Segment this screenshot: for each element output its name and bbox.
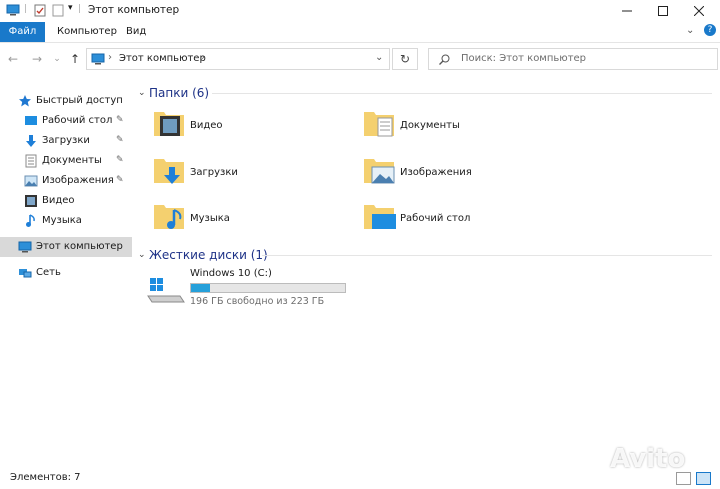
help-icon[interactable]: ? [704, 24, 716, 36]
section-divider [212, 93, 712, 94]
ribbon: Файл Компьютер Вид ⌄ ? [0, 22, 720, 43]
network-icon [19, 269, 32, 278]
close-button[interactable] [676, 0, 720, 22]
music-icon [26, 214, 35, 227]
sidebar-item-documents[interactable]: Документы ✎ [0, 151, 132, 171]
folder-pictures[interactable]: Изображения [362, 153, 562, 197]
search-input[interactable]: Поиск: Этот компьютер [428, 48, 718, 70]
avito-watermark-logo: Avito [610, 444, 686, 474]
star-icon [19, 95, 31, 107]
video-folder-icon [154, 112, 184, 136]
folders-section-title[interactable]: Папки (6) [149, 86, 209, 100]
video-icon [25, 195, 37, 207]
refresh-icon: ↻ [399, 52, 411, 66]
pictures-icon [24, 175, 38, 187]
drive-usage-fill [191, 284, 210, 292]
folder-documents[interactable]: Документы [362, 106, 562, 150]
breadcrumb-separator[interactable]: › [108, 52, 112, 63]
window-title: Этот компьютер [88, 4, 180, 16]
documents-folder-icon [364, 112, 394, 137]
drive-usage-bar [190, 283, 346, 293]
sidebar-item-quick-access[interactable]: Быстрый доступ [0, 91, 132, 111]
computer-icon [91, 53, 105, 65]
pin-icon: ✎ [116, 115, 124, 125]
computer-icon [18, 241, 32, 253]
download-icon [26, 135, 36, 147]
computer-icon [6, 4, 20, 19]
pin-icon: ✎ [116, 175, 124, 185]
refresh-button[interactable]: ↻ [392, 48, 418, 70]
sidebar-item-music[interactable]: Музыка [0, 211, 132, 231]
new-folder-icon[interactable] [52, 4, 64, 20]
expand-ribbon-icon[interactable]: ⌄ [686, 25, 694, 36]
maximize-icon [658, 6, 668, 16]
documents-icon [25, 154, 37, 168]
breadcrumb[interactable]: Этот компьютер [119, 53, 206, 64]
folder-music[interactable]: Музыка [152, 199, 352, 243]
tab-computer[interactable]: Компьютер [57, 22, 117, 42]
forward-button[interactable]: → [30, 52, 44, 66]
section-divider [262, 255, 712, 256]
minimize-icon [622, 10, 632, 12]
sidebar-item-this-pc[interactable]: Этот компьютер [0, 237, 132, 257]
address-dropdown-icon[interactable]: ⌄ [375, 52, 383, 63]
close-icon [694, 6, 704, 16]
hard-drive-icon [147, 278, 185, 303]
recent-locations-dropdown[interactable]: ⌄ [50, 52, 64, 66]
desktop-icon [25, 116, 37, 125]
up-button[interactable]: ↑ [68, 52, 82, 66]
pin-icon: ✎ [116, 135, 124, 145]
folder-downloads[interactable]: Загрузки [152, 153, 352, 197]
desktop-folder-icon [364, 205, 396, 229]
tab-file[interactable]: Файл [0, 22, 45, 42]
status-item-count: Элементов: 7 [10, 472, 81, 483]
folder-videos[interactable]: Видео [152, 106, 352, 150]
music-folder-icon [154, 205, 184, 229]
sidebar-item-downloads[interactable]: Загрузки ✎ [0, 131, 132, 151]
sidebar-item-desktop[interactable]: Рабочий стол ✎ [0, 111, 132, 131]
large-icons-view-button[interactable] [696, 472, 711, 485]
sidebar-item-pictures[interactable]: Изображения ✎ [0, 171, 132, 191]
breadcrumb-separator[interactable]: › [201, 52, 205, 63]
drive-free-space: 196 ГБ свободно из 223 ГБ [190, 296, 325, 307]
downloads-folder-icon [154, 159, 184, 184]
folder-desktop[interactable]: Рабочий стол [362, 199, 562, 243]
address-bar[interactable]: › Этот компьютер › ⌄ [86, 48, 390, 70]
pin-icon: ✎ [116, 155, 124, 165]
collapse-folders-icon[interactable]: ⌄ [138, 88, 146, 98]
drive-c[interactable]: Windows 10 (C:) 196 ГБ свободно из 223 Г… [146, 268, 366, 314]
collapse-drives-icon[interactable]: ⌄ [138, 250, 146, 260]
pictures-folder-icon [364, 159, 395, 184]
navigation-bar: ← → ⌄ ↑ › Этот компьютер › ⌄ ↻ Поиск: Эт… [0, 44, 720, 74]
quick-access-dropdown-icon[interactable]: ▾ [68, 3, 73, 13]
drives-section-title[interactable]: Жесткие диски (1) [149, 248, 268, 262]
search-icon [439, 54, 450, 65]
sidebar-item-videos[interactable]: Видео [0, 191, 132, 211]
sidebar-item-network[interactable]: Сеть [0, 263, 132, 283]
properties-icon[interactable] [34, 4, 46, 20]
back-button[interactable]: ← [6, 52, 20, 66]
search-placeholder: Поиск: Этот компьютер [461, 53, 587, 64]
tab-view[interactable]: Вид [126, 22, 146, 42]
drive-name: Windows 10 (C:) [190, 268, 272, 279]
title-bar: | ▾ | Этот компьютер [0, 0, 720, 22]
